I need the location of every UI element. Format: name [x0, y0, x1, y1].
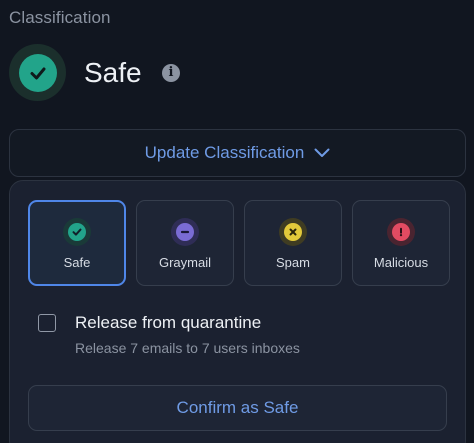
option-safe[interactable]: Safe [28, 200, 126, 286]
classification-options: Safe Graymail Spam Malicious [28, 200, 450, 286]
confirm-label: Confirm as Safe [176, 398, 299, 417]
option-malicious[interactable]: Malicious [352, 200, 450, 286]
status-text: Safe [84, 57, 142, 88]
option-label: Graymail [158, 255, 211, 270]
option-label: Spam [276, 255, 310, 270]
classification-view: Classification Safe i Update Classificat… [0, 0, 474, 443]
check-icon [63, 218, 91, 246]
check-circle-icon [9, 44, 66, 101]
update-classification-label: Update Classification [144, 143, 305, 162]
minus-icon [171, 218, 199, 246]
status-row: Safe i [9, 44, 469, 102]
section-label: Classification [9, 8, 111, 27]
exclamation-icon [387, 218, 415, 246]
option-label: Safe [63, 255, 91, 270]
x-icon [279, 218, 307, 246]
confirm-button[interactable]: Confirm as Safe [28, 385, 447, 431]
info-icon[interactable]: i [162, 64, 180, 82]
chevron-down-icon [314, 148, 330, 157]
option-spam[interactable]: Spam [244, 200, 342, 286]
release-checkbox[interactable] [38, 314, 56, 332]
classification-panel: Safe Graymail Spam Malicious Release fro… [9, 180, 466, 443]
release-title: Release from quarantine [75, 313, 262, 332]
option-label: Malicious [373, 255, 429, 270]
update-classification-button[interactable]: Update Classification [9, 129, 466, 177]
option-graymail[interactable]: Graymail [136, 200, 234, 286]
release-subtitle: Release 7 emails to 7 users inboxes [75, 340, 300, 356]
